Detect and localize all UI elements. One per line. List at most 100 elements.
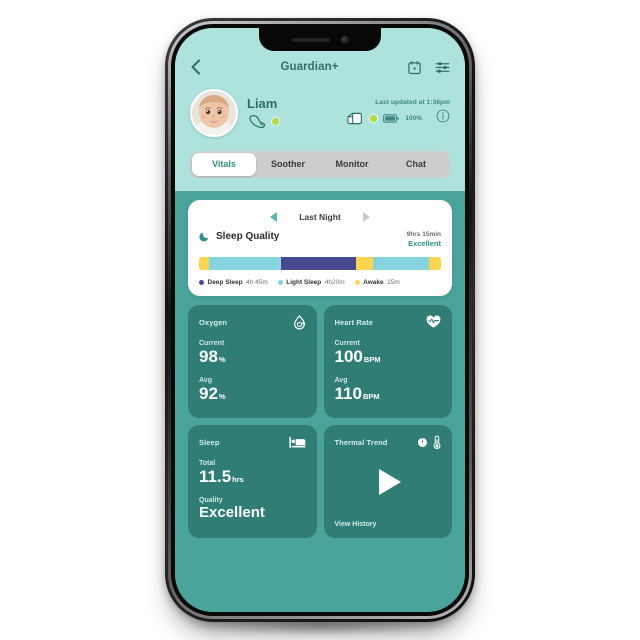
top-bar: Guardian+ xyxy=(190,54,450,80)
legend-dot-awake xyxy=(354,280,360,286)
oxygen-drop-icon xyxy=(293,314,305,330)
sleep-quality-header: Sleep Quality 9hrs 15min Excellent xyxy=(199,231,441,249)
legend-value-deep: 4h 45m xyxy=(246,279,268,287)
thermal-play-button[interactable] xyxy=(324,468,453,495)
heart-rate-avg-unit: BPM xyxy=(362,392,380,402)
chevron-left-icon xyxy=(191,59,201,75)
tab-monitor[interactable]: Monitor xyxy=(320,153,384,176)
legend-dot-deep xyxy=(199,280,204,286)
thermal-trend-card[interactable]: Thermal Trend i View History xyxy=(323,425,453,539)
legend-item-deep-sleep: Deep Sleep 4h 45m xyxy=(199,279,268,286)
thermal-icon-wrap: i xyxy=(418,435,441,450)
info-icon xyxy=(436,109,450,122)
back-button[interactable] xyxy=(190,59,212,75)
avatar[interactable] xyxy=(190,89,238,137)
heart-rate-title: Heart Rate xyxy=(334,317,374,327)
sleep-segment-4 xyxy=(356,257,374,271)
sleep-duration: 9hrs 15min xyxy=(406,231,441,238)
heart-rate-current-number: 100 xyxy=(334,347,363,367)
sleep-card-header: Sleep xyxy=(199,435,306,449)
sleep-quality-label: Quality xyxy=(199,497,223,505)
heart-rate-avg-number: 110 xyxy=(334,384,362,404)
sock-sensor-icon xyxy=(249,114,266,128)
base-station-icon xyxy=(347,112,363,124)
info-button[interactable] xyxy=(436,109,450,128)
page-title: Guardian+ xyxy=(280,61,339,73)
legend-item-awake: Awake 15m xyxy=(354,279,400,286)
oxygen-card[interactable]: Oxygen Current 98% Avg 92% xyxy=(188,305,317,419)
legend-label-deep: Deep Sleep xyxy=(207,279,243,287)
previous-night-button[interactable] xyxy=(270,211,278,222)
oxygen-avg-number: 92 xyxy=(199,384,218,404)
oxygen-icon-wrap xyxy=(293,314,306,330)
base-status-block: Last updated at 1:36pm 100% xyxy=(345,99,450,128)
phone-device-frame: Guardian+ Liam Last updated at 1:36pm 10… xyxy=(165,18,475,622)
heart-rate-icon-wrap xyxy=(426,315,441,329)
heart-rate-current-value: 100BPM xyxy=(335,348,442,366)
bed-icon xyxy=(288,436,305,448)
tab-soother[interactable]: Soother xyxy=(256,153,320,176)
screenshot-canvas: Guardian+ Liam Last updated at 1:36pm 10… xyxy=(0,0,640,640)
heart-pulse-icon xyxy=(426,315,441,328)
view-history-link[interactable]: View History xyxy=(335,521,377,528)
calendar-icon[interactable] xyxy=(407,60,422,75)
thermal-card-header: Thermal Trend i xyxy=(335,435,442,449)
baby-photo xyxy=(192,91,236,135)
heart-rate-avg-label: Avg xyxy=(334,377,348,385)
sock-status-dot xyxy=(272,117,279,125)
legend-value-light: 4h20m xyxy=(324,279,345,287)
heart-rate-avg-value: 110BPM xyxy=(335,385,442,403)
sleep-card-title: Sleep xyxy=(199,437,220,447)
sleep-segment-1 xyxy=(208,257,277,271)
baby-summary-row: Liam Last updated at 1:36pm 100% xyxy=(190,80,450,148)
play-icon xyxy=(378,468,401,495)
sliders-icon[interactable] xyxy=(435,60,450,75)
oxygen-current-value: 98% xyxy=(199,348,306,366)
battery-icon xyxy=(383,113,400,123)
thermal-info-badge[interactable]: i xyxy=(418,437,427,447)
sleep-segment-0 xyxy=(199,257,209,271)
tab-vitals[interactable]: Vitals xyxy=(192,153,256,176)
sleep-segment-3 xyxy=(281,257,357,271)
oxygen-current-number: 98 xyxy=(199,347,218,367)
legend-dot-light xyxy=(277,280,283,286)
header-actions xyxy=(407,60,450,75)
earpiece-speaker xyxy=(291,37,330,42)
sleep-quality-card: Last Night Sleep Quality 9hrs 15min Exce… xyxy=(188,200,452,297)
baby-name: Liam xyxy=(247,96,278,112)
sleep-quality-value: Excellent xyxy=(199,504,265,522)
moon-icon xyxy=(199,232,209,242)
base-status-dot xyxy=(370,114,378,122)
thermometer-icon xyxy=(433,435,441,449)
next-night-button[interactable] xyxy=(362,211,370,222)
sleep-total-number: 11.5 xyxy=(199,467,232,487)
sleep-segment-5 xyxy=(373,257,429,271)
sleep-legend: Deep Sleep 4h 45m Light Sleep 4h20m Awak… xyxy=(199,279,441,286)
front-camera xyxy=(340,35,349,44)
sleep-card[interactable]: Sleep Total 11.5hrs Quality Excellent xyxy=(188,425,317,539)
period-label: Last Night xyxy=(299,211,341,222)
sleep-stage-bar[interactable] xyxy=(199,257,441,271)
tab-bar: Vitals Soother Monitor Chat xyxy=(190,151,450,178)
oxygen-title: Oxygen xyxy=(199,317,228,327)
oxygen-avg-label: Avg xyxy=(199,377,212,385)
sleep-quality-title: Sleep Quality xyxy=(216,231,280,242)
oxygen-avg-value: 92% xyxy=(199,385,306,403)
oxygen-current-label: Current xyxy=(199,340,225,348)
heart-rate-card[interactable]: Heart Rate Current 100BPM Avg 110BPM xyxy=(323,305,452,419)
metrics-grid: Oxygen Current 98% Avg 92% Heart Rate Cu… xyxy=(188,305,453,539)
tab-chat[interactable]: Chat xyxy=(384,153,448,176)
phone-screen: Guardian+ Liam Last updated at 1:36pm 10… xyxy=(175,28,465,612)
dashboard-body: Last Night Sleep Quality 9hrs 15min Exce… xyxy=(175,191,465,612)
sleep-total-unit: hrs xyxy=(232,475,244,485)
sleep-quality-rating: Excellent xyxy=(408,239,441,249)
sleep-total-value: 11.5hrs xyxy=(199,468,306,486)
sleep-icon-wrap xyxy=(288,436,306,449)
battery-level: 100% xyxy=(405,114,422,122)
thermal-title: Thermal Trend xyxy=(334,437,388,447)
sleep-title-group: Sleep Quality xyxy=(199,231,279,242)
base-status-row: 100% xyxy=(345,109,450,128)
sleep-summary: 9hrs 15min Excellent xyxy=(407,231,441,249)
sleep-total-label: Total xyxy=(199,460,216,468)
heart-rate-current-label: Current xyxy=(334,340,360,348)
